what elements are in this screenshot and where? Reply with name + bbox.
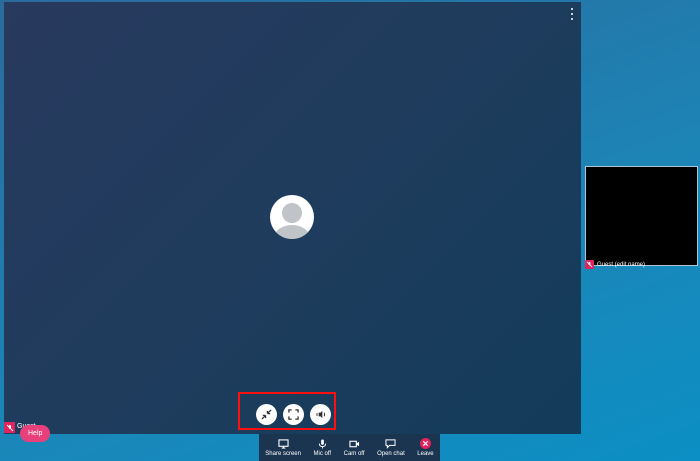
minimize-button[interactable] xyxy=(256,404,277,425)
participant-label: Guest (edit name) xyxy=(585,260,645,269)
fullscreen-button[interactable] xyxy=(283,404,304,425)
volume-icon xyxy=(316,410,326,419)
mic-toggle-button[interactable]: Mic off xyxy=(313,434,332,461)
help-label: Help xyxy=(28,430,43,437)
minimize-icon xyxy=(261,409,272,420)
bottom-toolbar: Share screen Mic off Cam off Open chat L… xyxy=(259,434,440,461)
mic-off-label: Mic off xyxy=(313,450,332,457)
leave-button[interactable]: Leave xyxy=(417,434,434,461)
monitor-icon xyxy=(278,438,289,449)
participant-name[interactable]: Guest (edit name) xyxy=(597,262,645,268)
open-chat-button[interactable]: Open chat xyxy=(377,434,405,461)
video-controls-highlight xyxy=(238,392,336,430)
kebab-menu-icon[interactable] xyxy=(570,8,574,20)
help-button[interactable]: Help xyxy=(20,425,51,442)
default-avatar-icon xyxy=(270,195,314,239)
leave-label: Leave xyxy=(417,451,434,457)
main-video-tile xyxy=(4,2,581,434)
participant-thumbnail[interactable] xyxy=(585,166,698,266)
mic-off-icon xyxy=(585,260,594,269)
open-chat-label: Open chat xyxy=(377,450,405,457)
chat-bubble-icon xyxy=(385,438,396,449)
self-mic-off-icon xyxy=(4,422,15,433)
share-screen-button[interactable]: Share screen xyxy=(265,434,301,461)
volume-button[interactable] xyxy=(310,404,331,425)
close-icon xyxy=(419,438,431,449)
camera-toggle-button[interactable]: Cam off xyxy=(344,434,365,461)
fullscreen-icon xyxy=(288,409,299,420)
cam-off-label: Cam off xyxy=(343,450,365,457)
share-screen-label: Share screen xyxy=(265,450,301,457)
microphone-icon xyxy=(318,438,326,449)
video-camera-icon xyxy=(348,440,359,447)
